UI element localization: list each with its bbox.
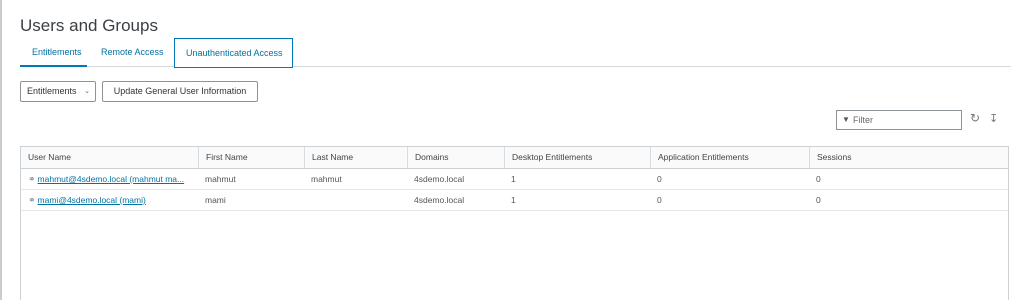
window-left-edge bbox=[0, 0, 2, 300]
cell-user-name: ⚭ mahmut@4sdemo.local (mahmut ma... bbox=[21, 169, 198, 190]
cell-first-name: mami bbox=[205, 195, 226, 205]
users-table: User Name First Name Last Name Domains D… bbox=[20, 146, 1009, 300]
filter-input[interactable]: ▼ Filter bbox=[836, 110, 962, 130]
refresh-icon[interactable]: ↻ bbox=[970, 111, 980, 125]
tab-unauthenticated-access[interactable]: Unauthenticated Access bbox=[174, 38, 293, 68]
table-header: User Name First Name Last Name Domains D… bbox=[21, 147, 1008, 169]
cell-application-entitlements: 0 bbox=[657, 174, 662, 184]
column-header-sessions[interactable]: Sessions bbox=[809, 147, 1009, 169]
cell-domains: 4sdemo.local bbox=[414, 174, 465, 184]
user-link[interactable]: mami@4sdemo.local (mami) bbox=[38, 195, 146, 205]
tab-remote-access[interactable]: Remote Access bbox=[100, 38, 180, 67]
download-icon[interactable]: ↧ bbox=[989, 112, 998, 125]
entitlements-dropdown-label: Entitlements bbox=[27, 86, 77, 96]
filter-placeholder: Filter bbox=[853, 115, 873, 125]
chevron-down-icon: ⌄ bbox=[84, 88, 90, 95]
table-row[interactable]: ⚭ mami@4sdemo.local (mami) mami 4sdemo.lo… bbox=[21, 190, 1008, 211]
update-general-user-information-button[interactable]: Update General User Information bbox=[102, 81, 258, 102]
cell-domains: 4sdemo.local bbox=[414, 195, 465, 205]
column-header-user-name[interactable]: User Name bbox=[21, 147, 198, 169]
tab-entitlements[interactable]: Entitlements bbox=[20, 38, 87, 67]
table-row[interactable]: ⚭ mahmut@4sdemo.local (mahmut ma... mahmu… bbox=[21, 169, 1008, 190]
column-header-application-entitlements[interactable]: Application Entitlements bbox=[650, 147, 809, 169]
funnel-icon: ▼ bbox=[842, 115, 850, 124]
cell-last-name: mahmut bbox=[311, 174, 342, 184]
user-icon: ⚭ bbox=[28, 195, 36, 205]
cell-desktop-entitlements: 1 bbox=[511, 195, 516, 205]
cell-application-entitlements: 0 bbox=[657, 195, 662, 205]
column-header-first-name[interactable]: First Name bbox=[198, 147, 304, 169]
user-link[interactable]: mahmut@4sdemo.local (mahmut ma... bbox=[38, 174, 185, 184]
cell-sessions: 0 bbox=[816, 195, 821, 205]
tab-bar: Entitlements Remote Access Unauthenticat… bbox=[20, 38, 1011, 68]
column-header-domains[interactable]: Domains bbox=[407, 147, 504, 169]
page-title: Users and Groups bbox=[20, 16, 158, 35]
cell-last-name bbox=[304, 190, 407, 211]
cell-sessions: 0 bbox=[816, 174, 821, 184]
column-header-last-name[interactable]: Last Name bbox=[304, 147, 407, 169]
cell-user-name: ⚭ mami@4sdemo.local (mami) bbox=[21, 190, 198, 211]
cell-first-name: mahmut bbox=[205, 174, 236, 184]
column-header-desktop-entitlements[interactable]: Desktop Entitlements bbox=[504, 147, 650, 169]
entitlements-dropdown[interactable]: Entitlements ⌄ bbox=[20, 81, 96, 102]
cell-desktop-entitlements: 1 bbox=[511, 174, 516, 184]
user-icon: ⚭ bbox=[28, 174, 36, 184]
